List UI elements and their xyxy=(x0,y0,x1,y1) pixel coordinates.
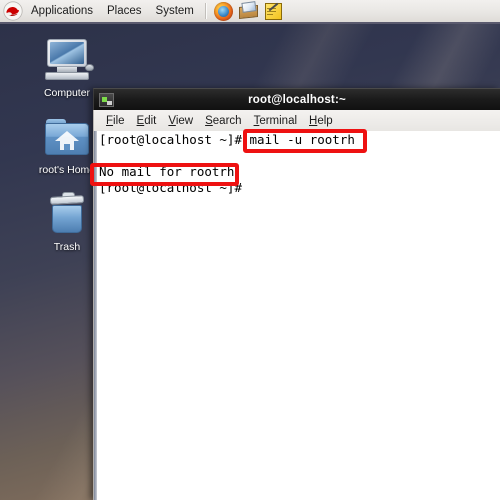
menu-view[interactable]: View xyxy=(162,113,199,129)
menu-file[interactable]: File xyxy=(100,113,131,129)
menu-search[interactable]: Search xyxy=(199,113,247,129)
terminal-output-text: [root@localhost ~]# mail -u rootrh No ma… xyxy=(99,132,355,195)
evolution-mail-icon[interactable] xyxy=(238,0,259,22)
home-folder-icon xyxy=(41,114,93,162)
terminal-scrollbar[interactable] xyxy=(94,131,97,500)
terminal-icon xyxy=(99,92,114,107)
menu-terminal[interactable]: Terminal xyxy=(248,113,303,129)
text-editor-icon[interactable] xyxy=(263,1,284,22)
menu-edit[interactable]: Edit xyxy=(131,113,163,129)
panel-menu-applications[interactable]: Applications xyxy=(24,3,100,20)
firefox-icon[interactable] xyxy=(213,1,234,22)
red-hat-logo-icon[interactable] xyxy=(3,1,23,21)
trash-icon xyxy=(41,191,93,239)
menu-help[interactable]: Help xyxy=(303,113,339,129)
panel-menu-places[interactable]: Places xyxy=(100,3,149,20)
panel-separator xyxy=(204,3,207,19)
terminal-menubar: File Edit View Search Terminal Help xyxy=(93,110,500,132)
terminal-body[interactable]: [root@localhost ~]# mail -u rootrh No ma… xyxy=(93,131,500,500)
computer-icon xyxy=(41,37,94,85)
panel-menu-system[interactable]: System xyxy=(149,3,201,20)
terminal-window[interactable]: root@localhost:~ File Edit View Search T… xyxy=(93,88,500,500)
top-panel: Applications Places System xyxy=(0,0,500,24)
terminal-window-title: root@localhost:~ xyxy=(248,93,346,106)
terminal-titlebar[interactable]: root@localhost:~ xyxy=(93,88,500,110)
